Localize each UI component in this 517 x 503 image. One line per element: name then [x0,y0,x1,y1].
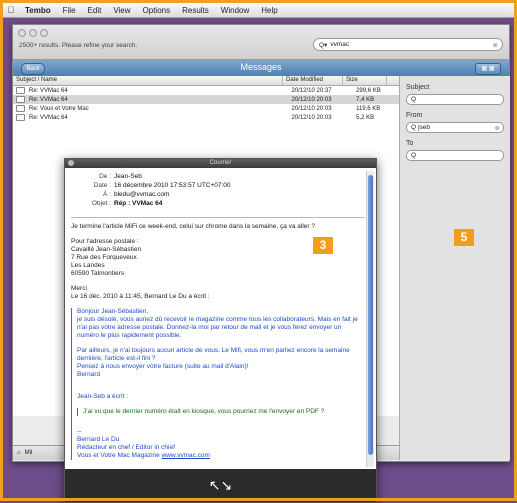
window-controls [18,29,48,37]
nested-quote: J'ai vu que le dernier numéro était en k… [77,408,361,416]
column-size[interactable]: Size [343,76,387,85]
preview-title: Courrier [209,160,232,166]
search-input[interactable]: Q▾ vvmac ⊗ [313,38,503,51]
vvmac-link[interactable]: www.vvmac.com [162,452,210,459]
search-icon: Q [411,124,417,131]
to-label: To [406,140,414,147]
to-filter-input[interactable]: Q [406,150,504,161]
scroll-thumb[interactable] [368,175,373,455]
search-icon: Q [411,152,417,159]
menu-window[interactable]: Window [221,6,249,15]
status-text: Mil [24,450,33,456]
toolbar: Back Messages ▦ ▦ [13,60,509,77]
from-filter-input[interactable]: Q jseb ⊗ [406,122,504,133]
search-icon: Q▾ [319,41,328,49]
subject-filter-input[interactable]: Q [406,94,504,105]
menu-bar:  Tembo File Edit View Options Results W… [3,3,514,18]
preview-scrollbar[interactable] [366,171,374,467]
callout-badge: 3 [313,237,333,254]
envelope-icon [16,87,25,94]
mail-body: Je termine l'article MiFi ce week-end, c… [71,223,361,467]
subject-label: Subject [406,84,430,91]
quoted-message: Bonjour Jean-Sébastien, je suis désolé, v… [71,308,361,460]
close-preview-button[interactable] [68,160,74,166]
preview-footer: ↖↘ [65,469,376,502]
apple-menu-icon[interactable]:  [3,5,19,15]
from-label: From [406,112,423,119]
preview-title-bar: Courrier [65,159,376,168]
list-item[interactable]: Re: VVMac 64 20/12/10 20:37 299,6 KB [13,86,399,95]
column-date[interactable]: Date Modified [283,76,343,85]
minimize-window-button[interactable] [29,29,37,37]
view-mode-buttons[interactable]: ▦ ▦ [475,63,501,75]
menu-file[interactable]: File [63,6,76,15]
menu-app[interactable]: Tembo [25,6,51,15]
results-count-text: 2500+ results. Please refine your search… [19,42,138,49]
expand-arrows-icon[interactable]: ↖↘ [209,477,232,494]
mail-headers: De : Jean-Seb Date :16 décembre 2010 17:5… [91,173,231,207]
menu-view[interactable]: View [113,6,130,15]
menu-help[interactable]: Help [261,6,277,15]
menu-edit[interactable]: Edit [88,6,102,15]
filter-sidebar: Subject Q From Q jseb ⊗ To Q 5 [399,76,510,460]
list-item[interactable]: Re: VVMac 64 20/12/10 20:03 7,4 KB [13,95,399,104]
envelope-icon [16,96,25,103]
envelope-icon [16,105,25,112]
search-value: vvmac [330,41,350,48]
menu-results[interactable]: Results [182,6,209,15]
zoom-window-button[interactable] [40,29,48,37]
search-icon: Q [411,96,417,103]
mail-preview-window: Courrier De : Jean-Seb Date :16 décembre … [64,158,377,503]
title-bar: 2500+ results. Please refine your search… [13,25,509,60]
clear-search-icon[interactable]: ⊗ [493,41,498,49]
home-icon[interactable]: ⌂ [17,450,21,456]
menu-options[interactable]: Options [143,6,171,15]
list-item[interactable]: Re: VVMac 64 20/12/10 20:03 5,2 KB [13,113,399,122]
callout-badge: 5 [454,229,474,246]
list-item[interactable]: Re: Vous et Votre Mac 20/12/10 20:03 119… [13,104,399,113]
close-window-button[interactable] [18,29,26,37]
header-divider [71,217,365,218]
list-header: Subject / Name Date Modified Size [13,76,399,86]
envelope-icon [16,114,25,121]
from-value: jseb [418,124,430,131]
column-subject[interactable]: Subject / Name [13,76,283,85]
toolbar-title: Messages [240,62,282,72]
clear-from-icon[interactable]: ⊗ [495,124,500,132]
